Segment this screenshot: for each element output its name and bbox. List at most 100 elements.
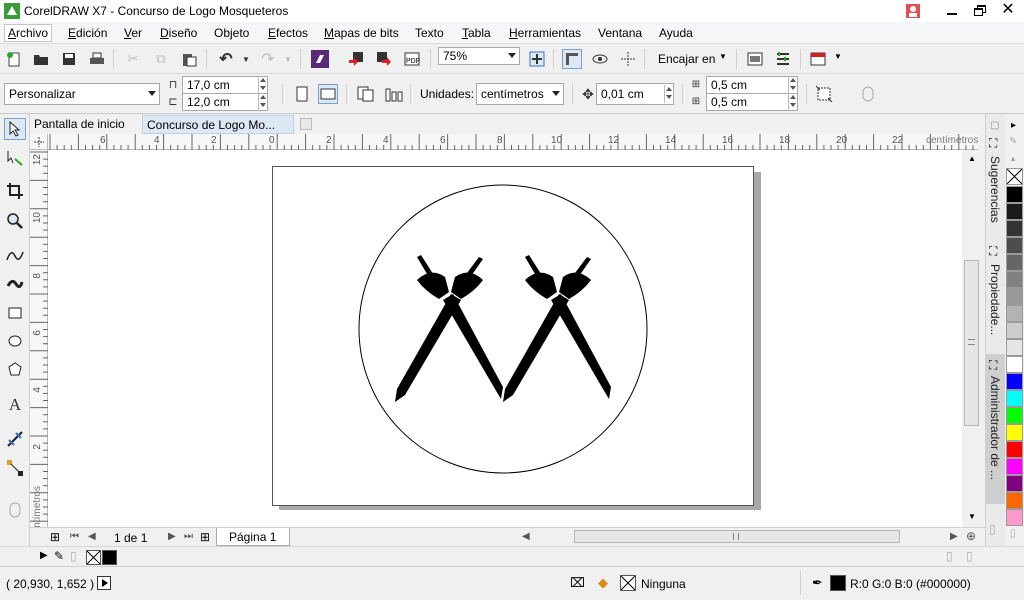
ruler-origin[interactable]	[30, 134, 48, 150]
menu-efectos[interactable]: Efectos	[265, 25, 311, 41]
rectangle-tool-icon[interactable]	[4, 302, 26, 324]
color-swatch[interactable]	[1006, 322, 1023, 339]
docker-tab-properties[interactable]: Propiedade...	[988, 264, 1002, 335]
portrait-orientation-icon[interactable]	[292, 84, 312, 104]
user-account-icon[interactable]	[906, 4, 920, 18]
color-swatch[interactable]	[1006, 475, 1023, 492]
application-launcher-icon[interactable]	[808, 49, 828, 69]
color-swatch[interactable]	[1006, 203, 1023, 220]
document-palette-scroll-icon[interactable]: ▯	[70, 549, 77, 563]
menu-herramientas[interactable]: Herramientas	[506, 25, 584, 41]
close-button[interactable]: ✕	[998, 2, 1018, 19]
scroll-right-icon[interactable]: ▶	[950, 531, 958, 542]
page-width-field[interactable]: 17,0 cm	[182, 76, 268, 94]
all-pages-icon[interactable]	[356, 84, 376, 104]
first-page-icon[interactable]: ⏮	[70, 531, 79, 542]
color-swatch[interactable]	[1006, 509, 1023, 526]
full-screen-preview-icon[interactable]	[527, 49, 547, 69]
menu-ver[interactable]: Ver	[121, 25, 145, 41]
color-swatch[interactable]	[1006, 407, 1023, 424]
tab-document[interactable]: Concurso de Logo Mo...	[142, 115, 294, 134]
shape-tool-icon[interactable]	[4, 147, 26, 169]
copy-icon[interactable]: ⧉	[151, 49, 171, 69]
nudge-distance-field[interactable]: 0,01 cm	[596, 83, 674, 105]
publish-pdf-icon[interactable]: PDF	[402, 49, 422, 69]
vertical-ruler[interactable]: 12 10 8 6 4 2 centímetros	[30, 150, 48, 545]
document-palette-menu-icon[interactable]: ▶	[40, 550, 48, 561]
document-palette-resize-icon[interactable]: ▯	[966, 549, 973, 563]
document-palette-eyedropper-icon[interactable]: ✎	[54, 549, 64, 563]
color-swatch[interactable]	[1006, 492, 1023, 509]
show-guidelines-icon[interactable]	[618, 49, 638, 69]
paste-icon[interactable]	[179, 49, 199, 69]
page-size-preset-dropdown[interactable]: Personalizar	[4, 83, 160, 105]
menu-archivo[interactable]: Archivo	[4, 24, 53, 42]
palette-options-icon[interactable]: ▯	[1010, 528, 1016, 539]
zoom-tool-icon[interactable]	[4, 210, 26, 232]
palette-menu-icon[interactable]: ▸	[1011, 120, 1016, 131]
cut-icon[interactable]: ✂	[123, 49, 143, 69]
import-icon[interactable]	[346, 49, 366, 69]
scroll-up-icon[interactable]: ▲	[968, 154, 976, 163]
units-dropdown[interactable]: centímetros	[476, 83, 564, 105]
search-content-icon[interactable]	[310, 49, 330, 69]
open-folder-icon[interactable]	[31, 49, 51, 69]
menu-tabla[interactable]: Tabla	[459, 25, 494, 41]
color-swatch[interactable]	[1006, 254, 1023, 271]
duplicate-distance-y-field[interactable]: 0,5 cm	[706, 93, 798, 111]
menu-diseno[interactable]: Diseño	[157, 25, 200, 41]
document-palette-options-icon[interactable]: ▯	[946, 549, 953, 563]
menu-edicion[interactable]: Edición	[65, 25, 110, 41]
horizontal-ruler[interactable]: 6 4 2 0 2 4 6 8 10 12 14 16 18 20 22 cen…	[48, 134, 978, 150]
snap-to-dropdown[interactable]: Encajar en	[658, 52, 715, 66]
properties-icon[interactable]: ⛶	[989, 244, 997, 259]
menu-ventana[interactable]: Ventana	[595, 25, 645, 41]
color-swatch[interactable]	[1006, 271, 1023, 288]
color-swatch[interactable]	[1006, 186, 1023, 203]
show-grid-icon[interactable]	[590, 49, 610, 69]
menu-texto[interactable]: Texto	[412, 25, 447, 41]
duplicate-distance-x-field[interactable]: 0,5 cm	[706, 76, 798, 94]
snap-to-dropdown-arrow-icon[interactable]: ▼	[719, 52, 727, 61]
color-swatch[interactable]	[1006, 288, 1023, 305]
document-black-swatch[interactable]	[102, 550, 117, 565]
color-swatch[interactable]	[1006, 373, 1023, 390]
color-swatch[interactable]	[1006, 390, 1023, 407]
edit-bleed-icon[interactable]	[814, 84, 834, 104]
color-swatch[interactable]	[1006, 237, 1023, 254]
minimize-button[interactable]	[942, 3, 962, 19]
scroll-left-icon[interactable]: ◀	[522, 531, 530, 542]
application-launcher-dropdown-icon[interactable]: ▼	[834, 52, 842, 61]
scroll-down-icon[interactable]: ▼	[968, 512, 976, 521]
palette-eyedropper-icon[interactable]: ✎	[1009, 136, 1017, 147]
status-expand-icon[interactable]	[97, 576, 111, 590]
artistic-media-tool-icon[interactable]	[4, 272, 26, 294]
color-swatch[interactable]	[1006, 220, 1023, 237]
freehand-tool-icon[interactable]	[4, 244, 26, 266]
text-tool-icon[interactable]: A	[4, 394, 26, 416]
landscape-orientation-icon[interactable]	[318, 84, 338, 104]
menu-ayuda[interactable]: Ayuda	[656, 25, 696, 41]
crop-tool-icon[interactable]	[4, 180, 26, 202]
quick-customize-docker-icon[interactable]: ▯	[989, 522, 996, 536]
export-icon[interactable]	[374, 49, 394, 69]
color-swatch[interactable]	[1006, 339, 1023, 356]
page-height-field[interactable]: 12,0 cm	[182, 93, 268, 111]
new-document-icon[interactable]	[4, 49, 24, 69]
add-page-after-icon[interactable]: ⊞	[200, 530, 210, 544]
document-no-color-swatch[interactable]	[86, 550, 101, 565]
quick-customize-toolbox-icon[interactable]	[4, 499, 26, 521]
add-page-before-icon[interactable]: ⊞	[50, 530, 60, 544]
color-swatch[interactable]	[1006, 356, 1023, 373]
color-proofing-icon[interactable]: ⌧	[570, 575, 585, 591]
new-tab-icon[interactable]	[300, 118, 312, 130]
palette-scroll-up-icon[interactable]: ▴	[1011, 154, 1015, 163]
undo-icon[interactable]: ↶	[216, 49, 236, 69]
show-rulers-icon[interactable]	[562, 49, 582, 69]
zoom-level-dropdown[interactable]: 75%	[438, 47, 520, 65]
quick-customize-icon[interactable]	[858, 84, 878, 104]
docker-tab-hints[interactable]: Sugerencias	[988, 156, 1002, 223]
redo-icon[interactable]: ↷	[258, 49, 278, 69]
print-icon[interactable]	[87, 49, 107, 69]
document-page[interactable]	[272, 166, 754, 506]
